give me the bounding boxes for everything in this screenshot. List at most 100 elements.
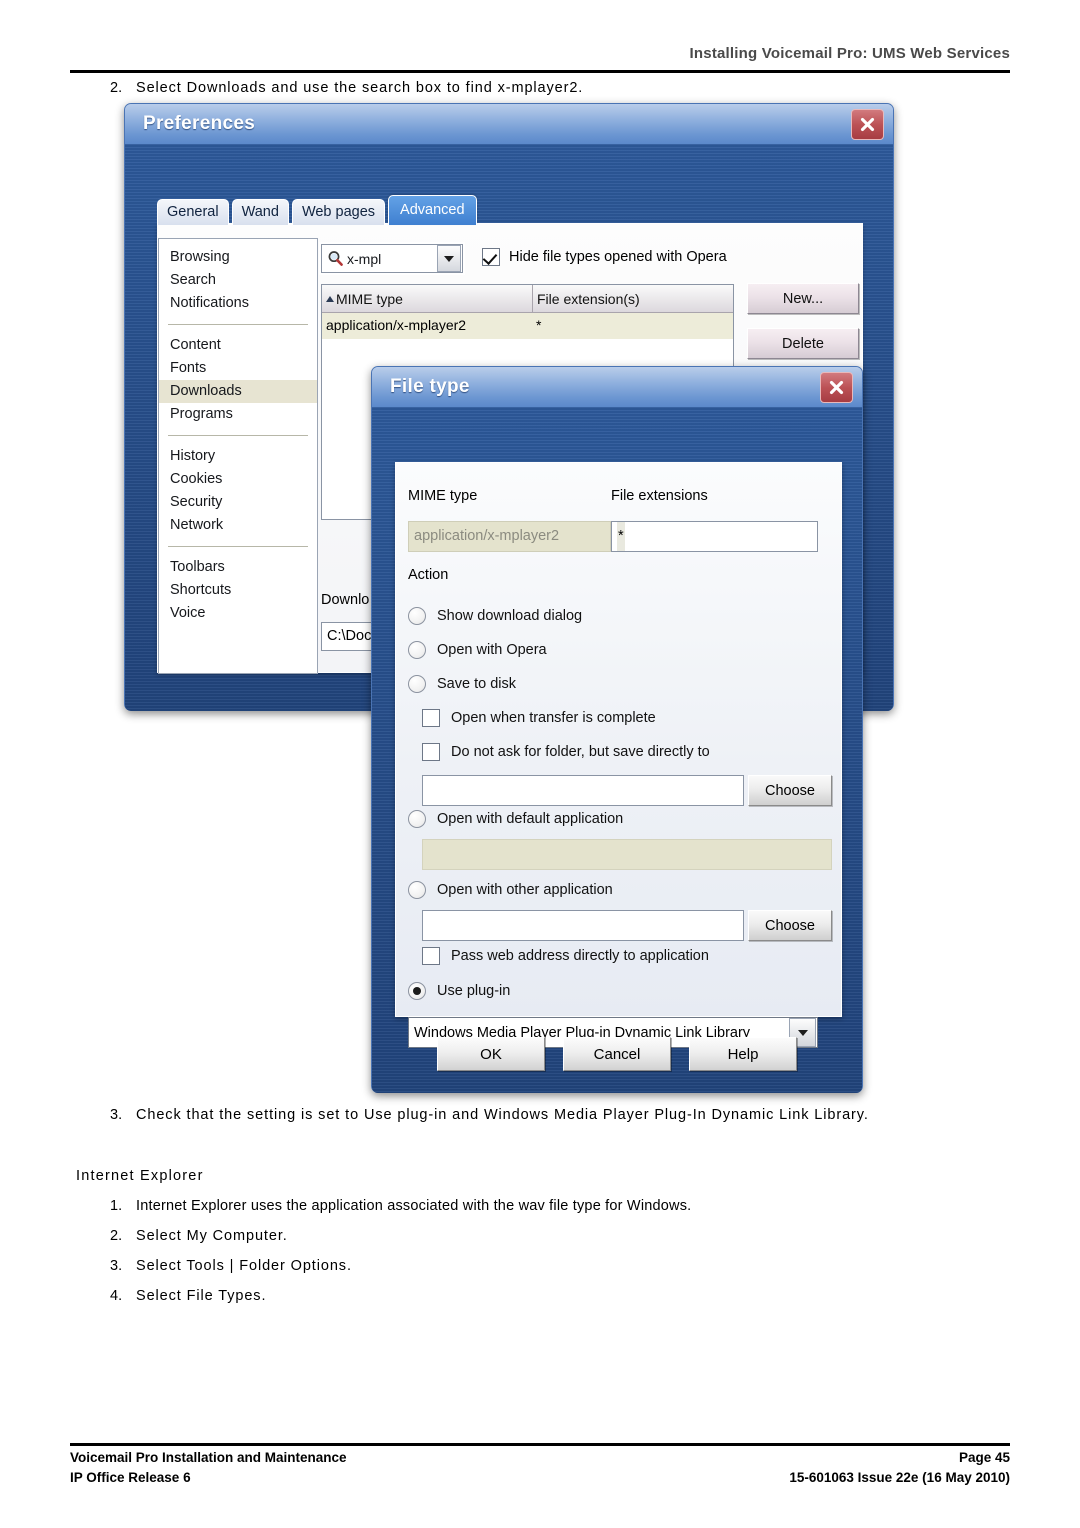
- mime-type-label: MIME type: [408, 488, 478, 504]
- table-row[interactable]: application/x-mplayer2 *: [322, 313, 733, 339]
- option-label: Do not ask for folder, but save directly…: [451, 744, 710, 760]
- sidebar-item-cookies[interactable]: Cookies: [159, 468, 317, 491]
- ie-item-4-number: 4.: [110, 1288, 123, 1304]
- sidebar-item-content[interactable]: Content: [159, 334, 317, 357]
- file-type-field-labels: MIME type File extensions: [408, 488, 838, 504]
- tab-advanced[interactable]: Advanced: [388, 195, 477, 225]
- checkbox-box: [422, 743, 440, 761]
- sidebar-item-browsing[interactable]: Browsing: [159, 246, 317, 269]
- sidebar-item-network[interactable]: Network: [159, 514, 317, 537]
- option-open-with-default-application[interactable]: Open with default application: [408, 810, 623, 828]
- ie-item-3: 3. Select Tools | Folder Options.: [110, 1258, 352, 1274]
- option-do-not-ask-for-folder[interactable]: Do not ask for folder, but save directly…: [422, 743, 710, 761]
- step-2-number: 2.: [110, 80, 123, 96]
- sidebar-item-notifications[interactable]: Notifications: [159, 292, 317, 315]
- ie-item-1-number: 1.: [110, 1198, 123, 1214]
- search-input[interactable]: x-mpl: [321, 244, 463, 273]
- delete-button[interactable]: Delete: [747, 328, 859, 359]
- preferences-tabs: General Wand Web pages Advanced: [157, 195, 477, 225]
- sort-ascending-icon: [326, 295, 334, 302]
- ok-button[interactable]: OK: [437, 1037, 545, 1071]
- option-use-plugin[interactable]: Use plug-in: [408, 982, 510, 1000]
- column-header-mime-type[interactable]: MIME type: [322, 285, 533, 312]
- choose-save-folder-button[interactable]: Choose: [748, 775, 832, 806]
- close-icon[interactable]: [851, 109, 884, 140]
- option-open-with-other-application[interactable]: Open with other application: [408, 881, 613, 899]
- page-header-title: Installing Voicemail Pro: UMS Web Servic…: [689, 45, 1010, 62]
- option-open-with-opera[interactable]: Open with Opera: [408, 641, 547, 659]
- option-show-download-dialog[interactable]: Show download dialog: [408, 607, 582, 625]
- sidebar-divider: [168, 546, 308, 547]
- cell-mime-type: application/x-mplayer2: [326, 317, 467, 333]
- tab-web-pages[interactable]: Web pages: [291, 199, 386, 225]
- footer-left-line-1: Voicemail Pro Installation and Maintenan…: [70, 1450, 347, 1465]
- tab-general[interactable]: General: [157, 199, 229, 225]
- footer-divider: [70, 1443, 1010, 1446]
- choose-other-application-button[interactable]: Choose: [748, 910, 832, 941]
- page-header: Installing Voicemail Pro: UMS Web Servic…: [70, 45, 1010, 63]
- file-type-body: MIME type File extensions application/x-…: [372, 407, 862, 1093]
- sidebar-item-programs[interactable]: Programs: [159, 403, 317, 426]
- new-button[interactable]: New...: [747, 283, 859, 314]
- option-label: Use plug-in: [437, 983, 511, 999]
- option-save-to-disk[interactable]: Save to disk: [408, 675, 516, 693]
- ie-item-2-text: Select My Computer.: [136, 1228, 288, 1244]
- option-label: Open with other application: [437, 882, 613, 898]
- ie-item-4-text: Select File Types.: [136, 1288, 267, 1304]
- footer-right-line-2: 15-601063 Issue 22e (16 May 2010): [789, 1470, 1010, 1485]
- option-label: Open when transfer is complete: [451, 710, 656, 726]
- ie-item-1: 1. Internet Explorer uses the application…: [110, 1198, 691, 1214]
- sidebar-item-search[interactable]: Search: [159, 269, 317, 292]
- save-folder-input[interactable]: [422, 775, 744, 806]
- sidebar-item-shortcuts[interactable]: Shortcuts: [159, 579, 317, 602]
- tab-wand[interactable]: Wand: [231, 199, 289, 225]
- file-extensions-label: File extensions: [611, 488, 708, 504]
- file-type-dialog: File type MIME type File extensions appl…: [371, 366, 863, 1093]
- preferences-title: Preferences: [143, 113, 256, 134]
- file-type-titlebar: File type: [372, 367, 862, 407]
- column-header-mime-type-label: MIME type: [336, 290, 403, 307]
- internet-explorer-heading: Internet Explorer: [76, 1168, 204, 1184]
- footer-right-line-1: Page 45: [958, 1450, 1010, 1465]
- checkbox-box: [422, 947, 440, 965]
- close-icon[interactable]: [820, 372, 853, 403]
- sidebar-item-fonts[interactable]: Fonts: [159, 357, 317, 380]
- sidebar-item-downloads[interactable]: Downloads: [159, 380, 317, 403]
- radio-button: [408, 810, 426, 828]
- sidebar-item-voice[interactable]: Voice: [159, 602, 317, 625]
- radio-button: [408, 641, 426, 659]
- ie-item-2-number: 2.: [110, 1228, 123, 1244]
- radio-button: [408, 881, 426, 899]
- other-application-input[interactable]: [422, 910, 744, 941]
- file-extensions-input[interactable]: *: [611, 521, 818, 552]
- option-label: Pass web address directly to application: [451, 948, 709, 964]
- ie-item-3-number: 3.: [110, 1258, 123, 1274]
- footer-left-line-2: IP Office Release 6: [70, 1470, 191, 1485]
- option-label: Show download dialog: [437, 608, 583, 624]
- sidebar-item-history[interactable]: History: [159, 445, 317, 468]
- radio-button: [408, 982, 426, 1000]
- option-pass-web-address[interactable]: Pass web address directly to application: [422, 947, 709, 965]
- column-header-file-extensions[interactable]: File extension(s): [533, 285, 733, 312]
- sidebar-item-toolbars[interactable]: Toolbars: [159, 556, 317, 579]
- sidebar-item-security[interactable]: Security: [159, 491, 317, 514]
- file-type-title: File type: [390, 376, 470, 397]
- step-3-text: Check that the setting is set to Use plu…: [136, 1107, 869, 1123]
- help-button[interactable]: Help: [689, 1037, 797, 1071]
- hide-file-types-checkbox[interactable]: Hide file types opened with Opera: [482, 248, 727, 266]
- mime-type-readonly-field: application/x-mplayer2: [408, 521, 611, 552]
- search-input-value: x-mpl: [347, 250, 382, 267]
- step-2-text: Select Downloads and use the search box …: [136, 80, 584, 96]
- sidebar-divider: [168, 324, 308, 325]
- page-footer: Voicemail Pro Installation and Maintenan…: [70, 1448, 1010, 1488]
- cancel-button[interactable]: Cancel: [563, 1037, 671, 1071]
- preferences-sidebar: Browsing Search Notifications Content Fo…: [158, 238, 318, 674]
- file-type-dialog-buttons: OK Cancel Help: [372, 1037, 862, 1071]
- option-open-when-transfer-complete[interactable]: Open when transfer is complete: [422, 709, 656, 727]
- option-label: Open with default application: [437, 811, 624, 827]
- ie-item-4: 4. Select File Types.: [110, 1288, 266, 1304]
- sidebar-divider: [168, 435, 308, 436]
- radio-button: [408, 675, 426, 693]
- file-extensions-value: *: [617, 522, 625, 551]
- chevron-down-icon[interactable]: [437, 245, 461, 272]
